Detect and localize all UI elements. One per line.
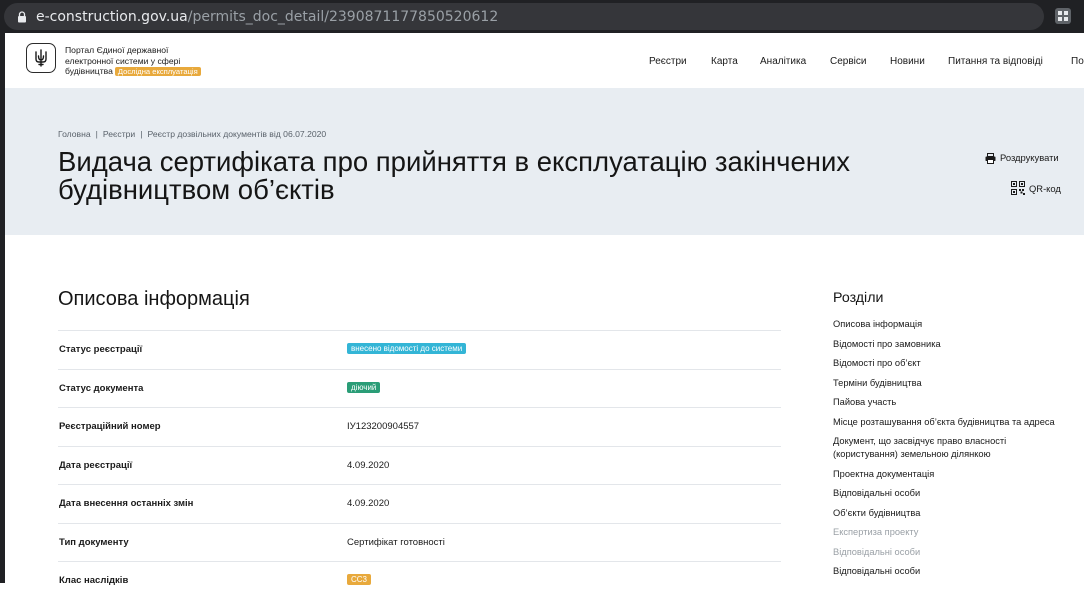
detail-row-last-modified: Дата внесення останніх змін 4.09.2020 xyxy=(58,484,781,523)
nav-news[interactable]: Новини xyxy=(890,56,925,67)
detail-label: Дата реєстрації xyxy=(59,459,133,471)
detail-row-consequence-class: Клас наслідків СС3 xyxy=(58,561,781,600)
detail-row-document-type: Тип документу Сертифікат готовності xyxy=(58,522,781,562)
site-brand: Портал Єдиної державної електронної сист… xyxy=(65,45,230,77)
sidebar-item[interactable]: Пайова участь xyxy=(833,396,1073,409)
detail-value: ІУ123200904557 xyxy=(347,421,420,432)
detail-row-registration-date: Дата реєстрації 4.09.2020 xyxy=(58,445,781,485)
sidebar-item[interactable]: Проектна документація xyxy=(833,468,1073,481)
section-title: Описова інформація xyxy=(58,288,250,310)
nav-more[interactable]: По xyxy=(1071,56,1084,67)
breadcrumb-separator: | xyxy=(140,129,143,139)
qr-code-label: QR-код xyxy=(1029,183,1061,194)
sidebar-item[interactable]: Відомості про замовника xyxy=(833,338,1073,351)
brand-line: Портал Єдиної державної xyxy=(65,45,169,55)
nav-registries[interactable]: Реєстри xyxy=(649,56,687,67)
sidebar-item[interactable]: Відповідальні особи xyxy=(833,565,1073,578)
breadcrumb-registries[interactable]: Реєстри xyxy=(103,129,135,139)
breadcrumb-separator: | xyxy=(95,129,98,139)
page-title: Видача сертифіката про прийняття в експл… xyxy=(58,146,851,205)
detail-value: СС3 xyxy=(347,574,372,586)
extension-icon[interactable] xyxy=(1054,7,1072,25)
brand-line: будівництва Дослідна експлуатація xyxy=(65,66,230,77)
detail-value: внесено відомості до системи xyxy=(347,343,467,355)
status-badge: внесено відомості до системи xyxy=(347,343,467,354)
qr-code-button[interactable]: QR-код xyxy=(1011,181,1061,195)
sidebar-item[interactable]: Об’єкти будівництва xyxy=(833,507,1073,520)
detail-row-registration-number: Реєстраційний номер ІУ123200904557 xyxy=(58,407,781,446)
detail-label: Дата внесення останніх змін xyxy=(59,498,194,509)
class-badge: СС3 xyxy=(347,574,372,585)
sidebar-item[interactable]: Експертиза проекту xyxy=(833,526,1073,539)
sidebar-item[interactable]: Відповідальні особи xyxy=(833,487,1073,500)
breadcrumb-home[interactable]: Головна xyxy=(58,129,91,139)
pilot-badge: Дослідна експлуатація xyxy=(114,67,201,76)
url-host: e-construction.gov.ua xyxy=(36,9,188,25)
detail-row-document-status: Статус документа діючий xyxy=(58,368,781,408)
brand-line: електронної системи у сфері xyxy=(65,55,181,66)
nav-analytics[interactable]: Аналітика xyxy=(760,56,806,67)
url-text: e-construction.gov.ua/permits_doc_detail… xyxy=(36,9,498,25)
detail-label: Клас наслідків xyxy=(59,575,129,586)
url-path: /permits_doc_detail/2390871177850520612 xyxy=(187,9,499,25)
sidebar-item[interactable]: Описова інформація xyxy=(833,318,1073,331)
breadcrumb-current: Реєстр дозвільних документів від 06.07.2… xyxy=(147,129,327,139)
detail-label: Тип документу xyxy=(59,536,129,548)
nav-services[interactable]: Сервіси xyxy=(830,56,866,67)
url-field[interactable]: e-construction.gov.ua/permits_doc_detail… xyxy=(4,3,1044,30)
printer-icon xyxy=(985,153,996,164)
detail-value: діючий xyxy=(347,381,381,394)
page-hero: Головна | Реєстри | Реєстр дозвільних докуме… xyxy=(5,88,1084,235)
sidebar-item[interactable]: Місце розташування об’єкта будівництва т… xyxy=(833,416,1073,429)
detail-value: 4.09.2020 xyxy=(347,498,390,509)
breadcrumb: Головна | Реєстри | Реєстр дозвільних докуме… xyxy=(58,129,326,139)
detail-label: Статус реєстрації xyxy=(59,344,143,355)
print-label: Роздрукувати xyxy=(1000,152,1059,163)
detail-label: Статус документа xyxy=(59,382,144,394)
detail-value: 4.09.2020 xyxy=(347,459,390,471)
site-logo[interactable] xyxy=(26,43,56,73)
detail-value: Сертифікат готовності xyxy=(347,536,445,548)
sidebar-item[interactable]: Відомості про об’єкт xyxy=(833,357,1073,370)
print-button[interactable]: Роздрукувати xyxy=(985,152,1059,164)
browser-address-bar: e-construction.gov.ua/permits_doc_detail… xyxy=(0,0,1084,33)
detail-label: Реєстраційний номер xyxy=(59,421,161,432)
nav-faq[interactable]: Питання та відповіді xyxy=(948,56,1043,67)
sidebar-item[interactable]: Відповідальні особи xyxy=(833,546,1073,559)
lock-icon xyxy=(18,11,26,23)
status-badge: діючий xyxy=(347,381,381,393)
qr-code-icon xyxy=(1011,181,1025,195)
site-header: Портал Єдиної державної електронної сист… xyxy=(5,33,1084,88)
sections-title: Розділи xyxy=(833,290,884,306)
detail-row-registration-status: Статус реєстрації внесено відомості до с… xyxy=(58,330,781,369)
details-table: Статус реєстрації внесено відомості до с… xyxy=(58,330,781,600)
nav-map[interactable]: Карта xyxy=(711,56,738,67)
sections-nav: Описова інформація Відомості про замовник… xyxy=(833,318,1073,585)
sidebar-item[interactable]: Терміни будівництва xyxy=(833,377,1073,390)
trident-logo-icon xyxy=(35,49,47,67)
sidebar-item[interactable]: Документ, що засвідчує право власності (… xyxy=(833,435,1073,461)
brand-line-text: будівництва xyxy=(65,66,113,76)
